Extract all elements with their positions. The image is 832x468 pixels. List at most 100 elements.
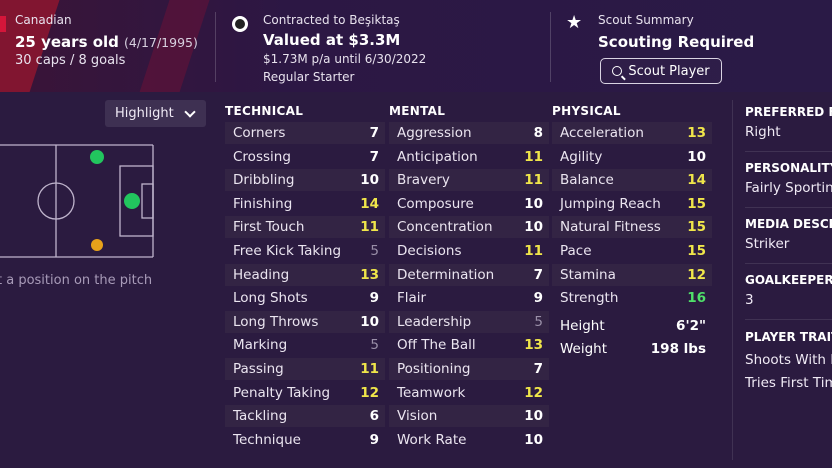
weight-row: Weight 198 lbs (552, 338, 712, 360)
attribute-row[interactable]: Free Kick Taking 5 (225, 240, 385, 262)
attribute-row[interactable]: Stamina 12 (552, 263, 712, 286)
attribute-name: Marking (233, 337, 288, 354)
attribute-name: Long Shots (233, 290, 308, 307)
personality-title: PERSONALITY (745, 161, 832, 175)
weight-value: 198 lbs (650, 341, 706, 357)
attribute-row[interactable]: Technique 9 (225, 429, 385, 451)
age-text: 25 years old (15, 33, 119, 51)
highlight-dropdown[interactable]: Highlight (105, 100, 206, 127)
attribute-value: 11 (524, 243, 543, 259)
scout-player-button[interactable]: Scout Player (600, 58, 722, 84)
attribute-row[interactable]: Long Throws 10 (225, 310, 385, 333)
attribute-row[interactable]: Tackling 6 (225, 405, 385, 428)
attribute-value: 11 (524, 148, 543, 165)
position-dot[interactable] (124, 193, 140, 209)
attribute-row[interactable]: Finishing 14 (225, 193, 385, 215)
attribute-row[interactable]: Penalty Taking 12 (225, 382, 385, 404)
attribute-name: Work Rate (397, 431, 467, 448)
attribute-value: 10 (524, 195, 543, 212)
divider (745, 151, 832, 152)
attribute-value: 9 (533, 290, 543, 307)
mental-header: MENTAL (389, 104, 446, 118)
attribute-name: Bravery (397, 172, 450, 189)
attribute-row[interactable]: Teamwork 12 (389, 382, 549, 404)
attribute-name: Off The Ball (397, 337, 476, 354)
attribute-row[interactable]: Bravery 11 (389, 169, 549, 192)
attribute-row[interactable]: Vision 10 (389, 405, 549, 428)
nationality[interactable]: Canadian (15, 13, 72, 27)
attribute-row[interactable]: Determination 7 (389, 263, 549, 286)
attribute-name: Heading (233, 266, 290, 283)
player-traits-title: PLAYER TRAIT (745, 330, 832, 344)
position-pitch[interactable] (0, 144, 154, 258)
attribute-value: 12 (687, 266, 706, 283)
attribute-name: Determination (397, 266, 495, 283)
attribute-row[interactable]: Marking 5 (225, 334, 385, 356)
attribute-name: Acceleration (560, 125, 644, 141)
attribute-row[interactable]: Concentration 10 (389, 216, 549, 239)
attribute-row[interactable]: Decisions 11 (389, 240, 549, 262)
attribute-name: Crossing (233, 148, 291, 165)
position-dot[interactable] (90, 150, 104, 164)
attribute-row[interactable]: Aggression 8 (389, 122, 549, 144)
attribute-name: Concentration (397, 219, 493, 236)
attribute-name: First Touch (233, 219, 305, 236)
attribute-name: Long Throws (233, 313, 319, 330)
attribute-row[interactable]: Composure 10 (389, 193, 549, 215)
attribute-value: 10 (524, 408, 543, 425)
attribute-value: 5 (370, 337, 379, 354)
attribute-value: 12 (360, 384, 379, 401)
attribute-row[interactable]: Natural Fitness 15 (552, 216, 712, 239)
player-trait[interactable]: Tries First Time (745, 375, 832, 391)
attribute-row[interactable]: Work Rate 10 (389, 429, 549, 451)
attribute-value: 11 (360, 361, 379, 377)
attribute-row[interactable]: Off The Ball 13 (389, 334, 549, 356)
position-dot[interactable] (91, 239, 103, 251)
attribute-row[interactable]: Flair 9 (389, 287, 549, 309)
wage-contract: $1.73M p/a until 6/30/2022 (263, 52, 427, 66)
attribute-name: Tackling (233, 408, 288, 425)
attribute-value: 10 (524, 219, 543, 236)
attribute-row[interactable]: Agility 10 (552, 146, 712, 168)
contract-label[interactable]: Contracted to Beşiktaş (263, 13, 400, 27)
attribute-name: Natural Fitness (560, 219, 661, 236)
divider (745, 319, 832, 320)
attribute-row[interactable]: Balance 14 (552, 169, 712, 192)
attribute-name: Penalty Taking (233, 384, 331, 401)
attribute-row[interactable]: Passing 11 (225, 358, 385, 380)
player-age: 25 years old (4/17/1995) (15, 32, 198, 51)
attribute-name: Composure (397, 195, 474, 212)
attribute-value: 15 (687, 219, 706, 236)
attribute-name: Anticipation (397, 148, 478, 165)
attribute-name: Decisions (397, 243, 462, 259)
attribute-row[interactable]: Long Shots 9 (225, 287, 385, 309)
height-value: 6'2" (676, 318, 706, 334)
attribute-row[interactable]: Heading 13 (225, 263, 385, 286)
attribute-row[interactable]: Acceleration 13 (552, 122, 712, 144)
attribute-value: 14 (687, 172, 706, 189)
club-badge-icon[interactable] (232, 16, 248, 32)
personality-value[interactable]: Fairly Sporting (745, 180, 832, 196)
highlight-label: Highlight (115, 106, 174, 121)
attribute-value: 13 (687, 125, 706, 141)
attribute-value: 14 (360, 195, 379, 212)
attribute-row[interactable]: Jumping Reach 15 (552, 193, 712, 215)
attribute-row[interactable]: Anticipation 11 (389, 146, 549, 168)
attribute-value: 12 (524, 384, 543, 401)
attribute-name: Jumping Reach (560, 195, 661, 212)
attribute-row[interactable]: Strength 16 (552, 287, 712, 309)
goalkeeper-rating-value: 3 (745, 292, 754, 308)
attribute-value: 11 (360, 219, 379, 236)
attribute-name: Balance (560, 172, 614, 189)
attribute-value: 13 (360, 266, 379, 283)
player-trait[interactable]: Shoots With Po (745, 352, 832, 368)
attribute-row[interactable]: Positioning 7 (389, 358, 549, 380)
attribute-row[interactable]: Pace 15 (552, 240, 712, 262)
attribute-value: 7 (369, 125, 379, 141)
attribute-name: Corners (233, 125, 286, 141)
attribute-row[interactable]: Crossing 7 (225, 146, 385, 168)
attribute-row[interactable]: First Touch 11 (225, 216, 385, 239)
attribute-row[interactable]: Leadership 5 (389, 310, 549, 333)
attribute-row[interactable]: Dribbling 10 (225, 169, 385, 192)
attribute-row[interactable]: Corners 7 (225, 122, 385, 144)
